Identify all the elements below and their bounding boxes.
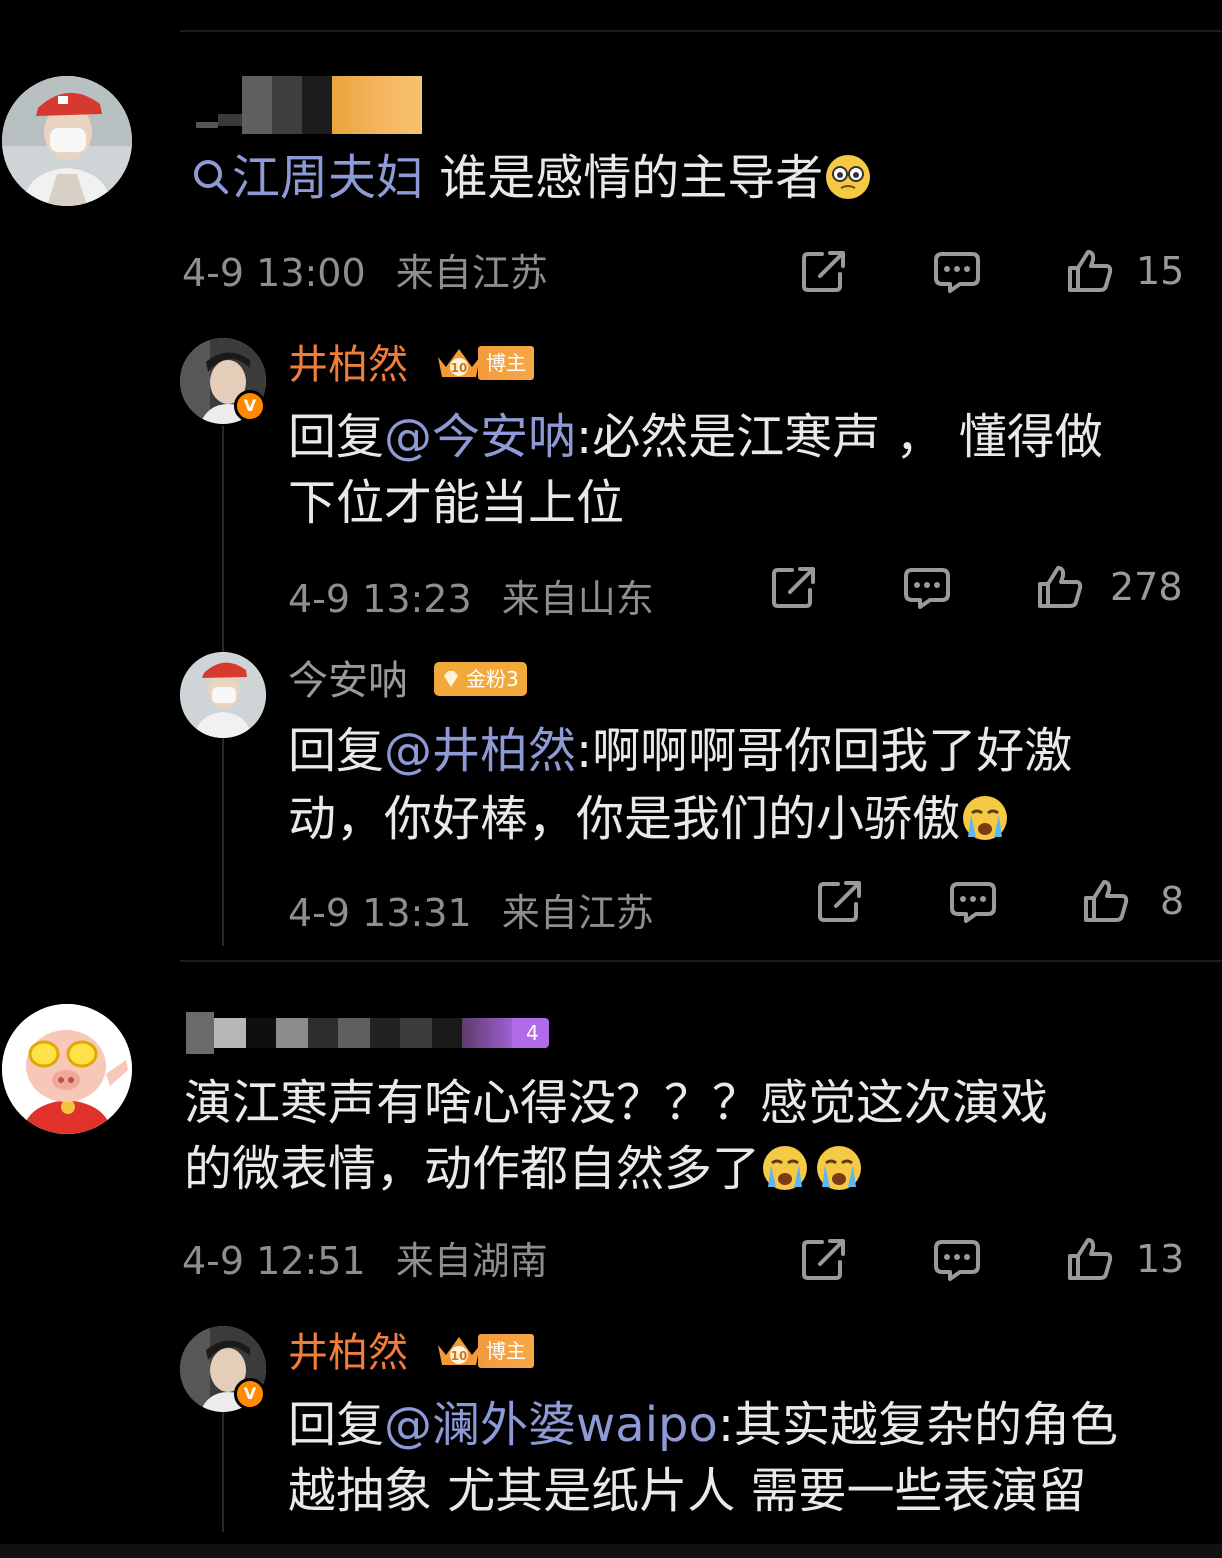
avatar-photo xyxy=(180,652,266,738)
avatar-cartoon-pig xyxy=(2,1004,132,1134)
share-icon xyxy=(818,881,861,922)
fan-badge-partial: 4 xyxy=(512,1018,549,1048)
avatar[interactable] xyxy=(2,76,132,206)
search-icon[interactable] xyxy=(190,152,232,194)
username[interactable]: 今安呐 xyxy=(288,656,408,706)
like-button[interactable]: 8 xyxy=(1082,878,1184,924)
comment-body: 谁是感情的主导者 xyxy=(424,150,824,206)
comment-icon xyxy=(950,882,996,923)
reply-prefix: 回复 xyxy=(288,409,385,465)
timestamp: 4-9 13:31 xyxy=(288,891,472,935)
like-button[interactable]: 15 xyxy=(1066,248,1184,294)
comment-icon xyxy=(934,252,980,293)
reply-text-line2: 下位才能当上位 xyxy=(288,475,625,531)
thinking-face-emoji-icon xyxy=(823,152,873,202)
like-count: 8 xyxy=(1160,879,1185,923)
avatar[interactable] xyxy=(2,1004,132,1134)
username[interactable]: 井柏然 xyxy=(288,340,408,390)
reply-body: :其实越复杂的角色 xyxy=(717,1397,1119,1453)
comment-text: 演江寒声有啥心得没？？？感觉这次演戏 xyxy=(184,1075,1049,1131)
verified-v-icon: V xyxy=(234,390,266,422)
location: 来自江苏 xyxy=(501,891,654,935)
reply-button[interactable] xyxy=(932,1238,982,1282)
mention-link[interactable]: @今安呐 xyxy=(384,409,576,465)
reply-button[interactable] xyxy=(902,566,952,610)
comment-text: 江周夫妇 谁是感情的主导者 xyxy=(190,148,873,208)
comment-text-line2: 的微表情，动作都自然多了 xyxy=(184,1136,864,1202)
search-keyword-link[interactable]: 江周夫妇 xyxy=(232,150,424,206)
comment-body-line2: 的微表情，动作都自然多了 xyxy=(184,1141,761,1197)
share-icon xyxy=(802,251,845,292)
reply-text: 回复@井柏然:啊啊啊哥你回我了好激 xyxy=(288,718,1072,784)
crying-face-emoji-icon xyxy=(814,1143,864,1193)
reply-body-line2: 动，你好棒，你是我们的小骄傲 xyxy=(288,791,961,847)
like-count: 278 xyxy=(1110,565,1183,609)
reply-text: 回复@今安呐:必然是江寒声 ， 懂得做 xyxy=(288,404,1103,470)
share-button[interactable] xyxy=(816,878,864,924)
thumbs-up-icon xyxy=(1084,880,1129,922)
reply-text-line2: 越抽象 尤其是纸片人 需要一些表演留 xyxy=(288,1463,1087,1519)
timestamp: 4-9 13:00 xyxy=(182,251,366,295)
reply-button[interactable] xyxy=(932,250,982,294)
like-button[interactable]: 13 xyxy=(1066,1236,1184,1282)
mention-link[interactable]: @澜外婆waipo xyxy=(384,1397,718,1453)
mention-link[interactable]: @井柏然 xyxy=(384,723,576,779)
diamond-icon xyxy=(444,671,458,687)
thread-line xyxy=(222,1412,224,1532)
crown-badge-icon: 10 xyxy=(438,1337,480,1365)
username-blurred: 4 xyxy=(186,1012,549,1054)
comment-icon xyxy=(934,1240,980,1281)
host-badge: 10 博主 xyxy=(434,1334,534,1368)
comment-meta: 4-9 12:51 来自湖南 xyxy=(182,1238,548,1284)
svg-text:10: 10 xyxy=(451,1349,468,1363)
like-count: 15 xyxy=(1136,249,1185,293)
share-icon xyxy=(802,1239,845,1280)
reply-prefix: 回复 xyxy=(288,723,385,779)
svg-text:10: 10 xyxy=(451,361,468,375)
reply-prefix: 回复 xyxy=(288,1397,385,1453)
share-button[interactable] xyxy=(770,564,818,610)
avatar-photo xyxy=(2,76,132,206)
timestamp: 4-9 13:23 xyxy=(288,577,472,621)
fan-badge: 金粉3 xyxy=(434,662,527,696)
host-badge: 10 博主 xyxy=(434,346,534,380)
location: 来自山东 xyxy=(501,577,654,621)
reply-text-line2: 动，你好棒，你是我们的小骄傲 xyxy=(288,786,1010,852)
location: 来自江苏 xyxy=(395,251,548,295)
comment-divider xyxy=(180,960,1222,962)
reply-text: 回复@澜外婆waipo:其实越复杂的角色 xyxy=(288,1392,1118,1458)
timestamp: 4-9 12:51 xyxy=(182,1239,366,1283)
username-blurred xyxy=(196,76,422,134)
reply-button[interactable] xyxy=(948,880,998,924)
comment-meta: 4-9 13:00 来自江苏 xyxy=(182,250,548,296)
fan-badge-label: 金粉3 xyxy=(466,667,519,691)
share-button[interactable] xyxy=(800,1236,848,1282)
avatar[interactable] xyxy=(180,652,266,738)
like-button[interactable]: 278 xyxy=(1036,564,1183,610)
reply-body: :啊啊啊哥你回我了好激 xyxy=(576,723,1073,779)
verified-v-icon: V xyxy=(234,1378,266,1410)
username[interactable]: 井柏然 xyxy=(288,1328,408,1378)
bottom-bar xyxy=(0,1544,1222,1558)
comment-meta: 4-9 13:31 来自江苏 xyxy=(288,890,654,936)
comment-icon xyxy=(904,568,950,609)
thumbs-up-icon xyxy=(1068,250,1113,292)
host-badge-label: 博主 xyxy=(478,346,534,380)
reply-body: :必然是江寒声 ， 懂得做 xyxy=(576,409,1103,465)
crown-badge-icon: 10 xyxy=(438,349,480,377)
thumbs-up-icon xyxy=(1068,1238,1113,1280)
comment-meta: 4-9 13:23 来自山东 xyxy=(288,576,654,622)
share-icon xyxy=(772,567,815,608)
crying-face-emoji-icon xyxy=(960,793,1010,843)
location: 来自湖南 xyxy=(395,1239,548,1283)
host-badge-label: 博主 xyxy=(478,1334,534,1368)
share-button[interactable] xyxy=(800,248,848,294)
thumbs-up-icon xyxy=(1038,566,1083,608)
crying-face-emoji-icon xyxy=(760,1143,810,1193)
like-count: 13 xyxy=(1136,1237,1185,1281)
top-divider xyxy=(180,30,1222,32)
